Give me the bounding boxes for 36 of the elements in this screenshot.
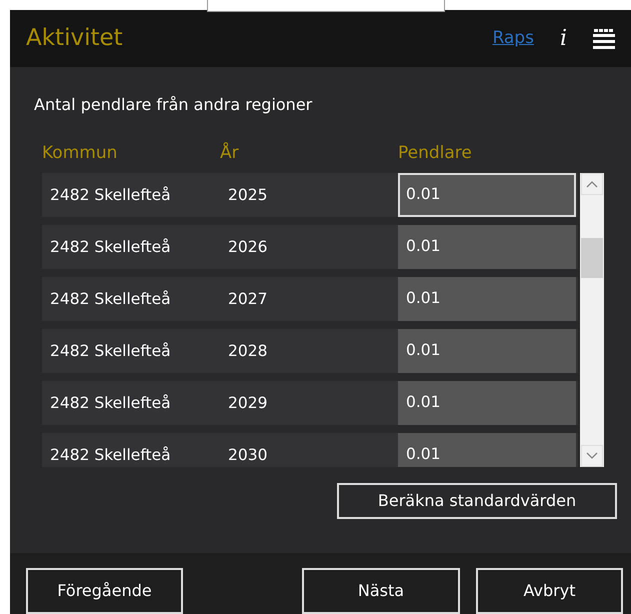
scroll-thumb[interactable] <box>581 238 603 278</box>
table-cell: 2482 Skellefteå <box>50 186 171 204</box>
table-cell: 2029 <box>228 394 268 412</box>
scroll-down-button[interactable] <box>581 445 603 467</box>
scrollbar[interactable] <box>580 173 604 467</box>
input-field[interactable]: 0.01 <box>398 225 576 269</box>
input-field[interactable]: 0.01 <box>398 433 576 467</box>
table-cell: 2030 <box>228 446 268 464</box>
table-cell: 2482 Skellefteå <box>50 394 171 412</box>
input-field[interactable]: 0.01 <box>398 329 576 373</box>
table-cell: 2026 <box>228 238 268 256</box>
info-button[interactable]: i <box>560 22 567 55</box>
compute-defaults-button[interactable]: Beräkna standardvärden <box>337 483 617 519</box>
page-title: Aktivitet <box>26 24 124 54</box>
column-header: Kommun <box>42 143 118 163</box>
column-header: År <box>220 143 239 163</box>
section-title: Antal pendlare från andra regioner <box>34 94 314 116</box>
table-cell: 2482 Skellefteå <box>50 238 171 256</box>
column-header: Pendlare <box>398 143 472 163</box>
menu-icon[interactable] <box>593 28 615 48</box>
input-field[interactable]: 0.01 <box>398 381 576 425</box>
scroll-up-button[interactable] <box>581 173 603 195</box>
raps-link[interactable]: Raps <box>492 26 534 52</box>
table-cell: 2482 Skellefteå <box>50 342 171 360</box>
input-field[interactable]: 0.01 <box>398 173 576 217</box>
table-cell: 2027 <box>228 290 268 308</box>
table-cell: 2025 <box>228 186 268 204</box>
table-cell: 2482 Skellefteå <box>50 290 171 308</box>
chevron-down-icon <box>586 452 598 460</box>
table-cell: 2482 Skellefteå <box>50 446 171 464</box>
footer-button[interactable]: Avbryt <box>476 568 623 614</box>
footer-button[interactable]: Nästa <box>302 568 460 614</box>
footer-button[interactable]: Föregående <box>26 568 183 614</box>
input-field[interactable]: 0.01 <box>398 277 576 321</box>
table-cell: 2028 <box>228 342 268 360</box>
chevron-up-icon <box>586 180 598 188</box>
